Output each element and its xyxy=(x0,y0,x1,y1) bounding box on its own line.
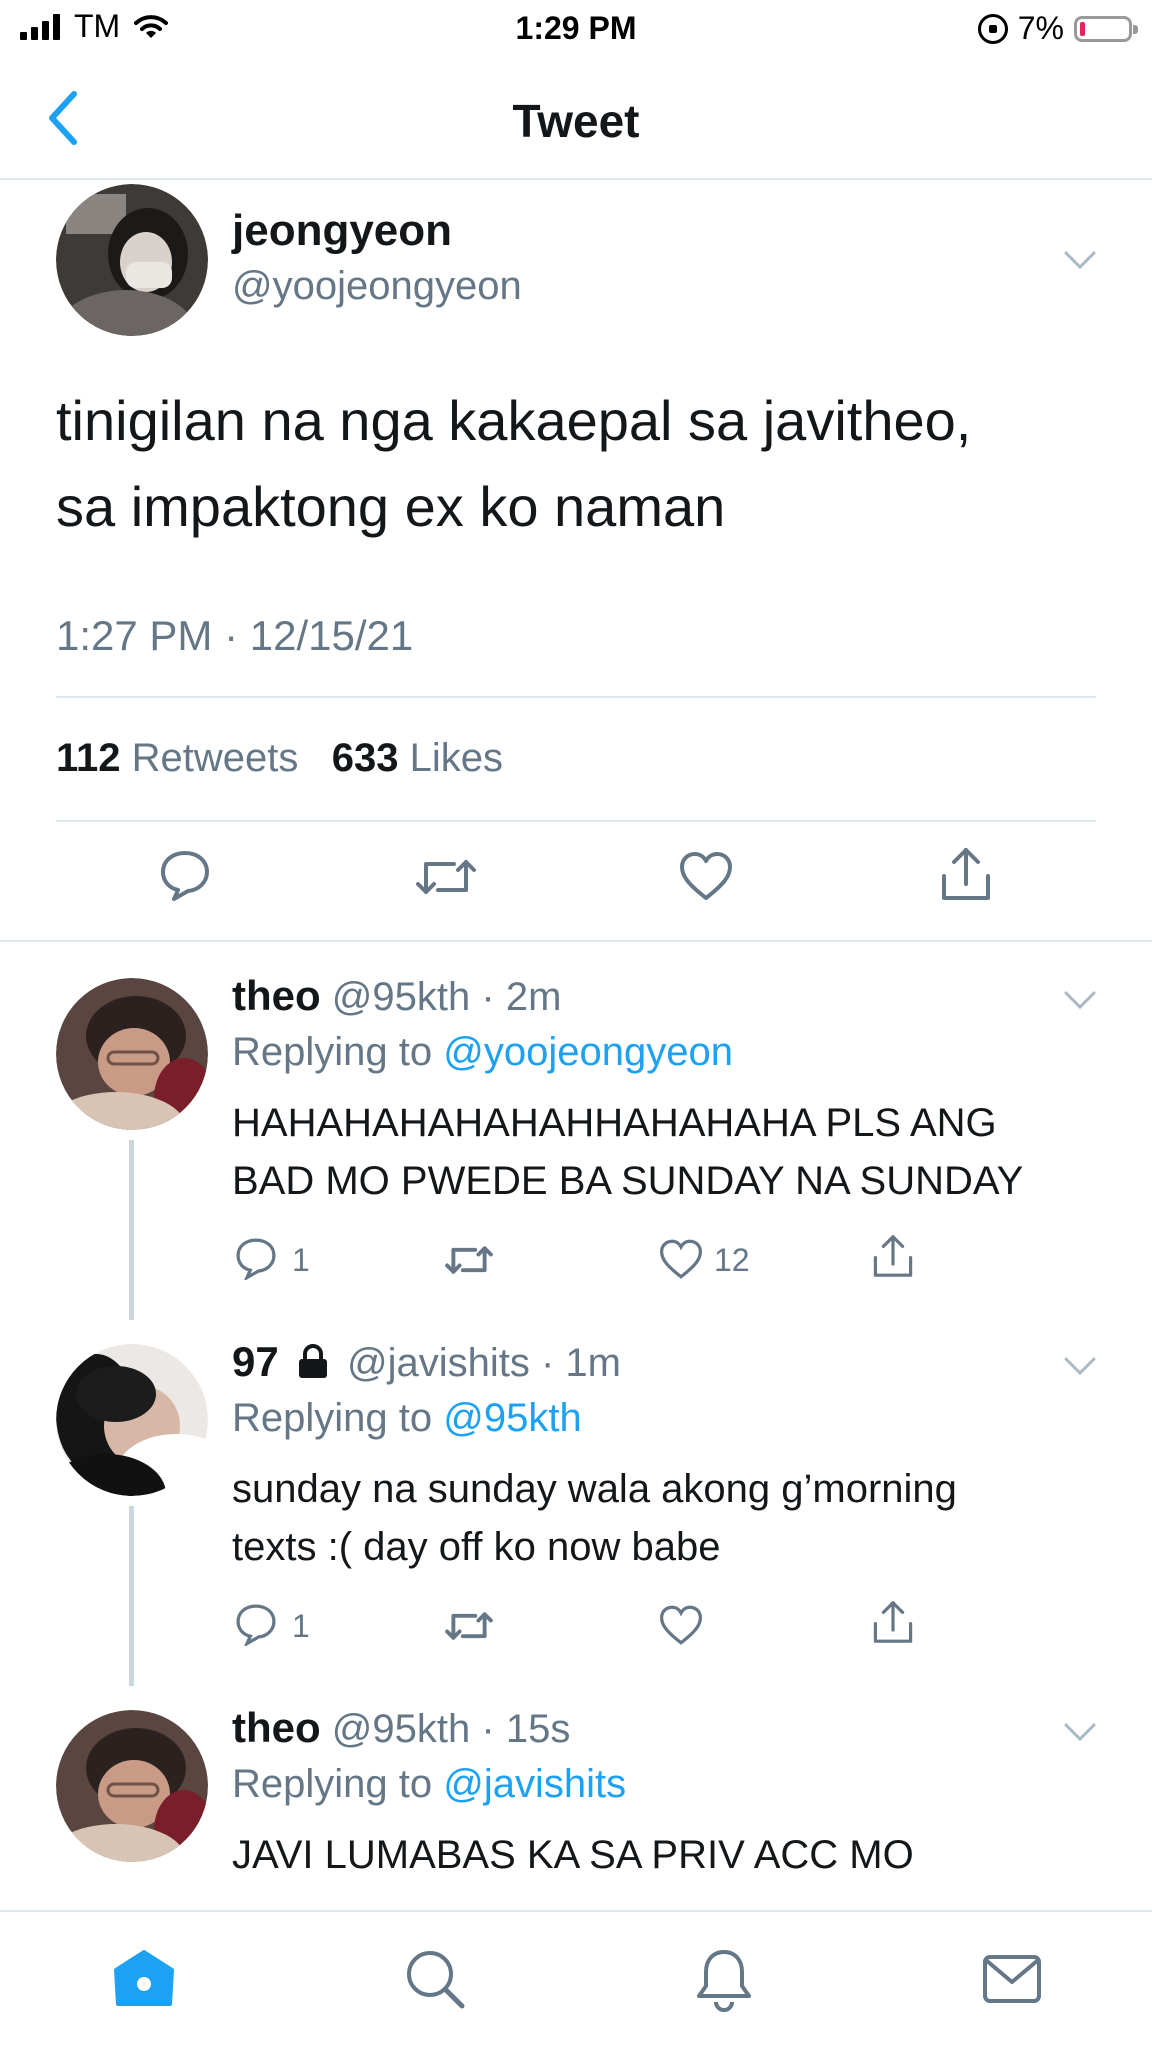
reply-text-line: texts :( day off ko now babe xyxy=(232,1525,721,1569)
reply-text-line: HAHAHAHAHAHAHHAHAHAHA PLS ANG xyxy=(232,1101,997,1145)
reply-text: JAVI LUMABAS KA SA PRIV ACC MO xyxy=(232,1826,1132,1884)
replying-prefix: Replying to xyxy=(232,1762,433,1806)
chevron-down-icon[interactable] xyxy=(1064,990,1096,1010)
likes-label[interactable]: Likes xyxy=(410,736,503,780)
divider xyxy=(0,940,1152,942)
like-icon[interactable] xyxy=(678,850,734,902)
reply-age: 15s xyxy=(505,1707,571,1751)
battery-icon xyxy=(1074,15,1138,42)
reply-author-handle[interactable]: @javishits xyxy=(347,1341,530,1385)
nav-bar: Tweet xyxy=(0,70,1152,180)
replying-to: Replying to @95kth xyxy=(232,1396,582,1441)
search-icon[interactable] xyxy=(404,1948,466,2010)
thread-line xyxy=(129,1140,134,1320)
tweet-stats: 112 Retweets 633 Likes xyxy=(56,736,503,781)
tweet-text-line: tinigilan na nga kakaepal sa javitheo, xyxy=(56,389,972,452)
replying-prefix: Replying to xyxy=(232,1396,433,1440)
replying-to: Replying to @javishits xyxy=(232,1762,626,1807)
reply-text: HAHAHAHAHAHAHHAHAHAHA PLS ANG BAD MO PWE… xyxy=(232,1094,1132,1210)
reply-count: 1 xyxy=(292,1608,310,1644)
page-title: Tweet xyxy=(512,95,640,147)
chevron-down-icon[interactable] xyxy=(1064,250,1096,270)
avatar[interactable] xyxy=(56,1710,208,1862)
divider xyxy=(56,820,1096,822)
replying-to: Replying to @yoojeongyeon xyxy=(232,1030,733,1075)
share-icon[interactable] xyxy=(870,1598,916,1646)
avatar[interactable] xyxy=(56,978,208,1130)
reply-author-handle[interactable]: @95kth xyxy=(332,975,470,1019)
like-icon[interactable] xyxy=(658,1238,704,1280)
tweet-text-line: sa impaktong ex ko naman xyxy=(56,475,726,538)
separator: · xyxy=(540,1341,555,1385)
reply-tweet[interactable]: theo @95kth · 2m Replying to @yoojeongye… xyxy=(0,950,1152,1320)
reply-text-line: sunday na sunday wala akong g’morning xyxy=(232,1467,957,1511)
reply-icon[interactable] xyxy=(234,1236,278,1280)
rotation-lock-icon xyxy=(977,13,1008,44)
reply-tweet[interactable]: theo @95kth · 15s Replying to @javishits… xyxy=(0,1682,1152,1908)
battery-percent: 7% xyxy=(1017,10,1064,46)
reply-author-name[interactable]: 97 xyxy=(232,1338,279,1385)
reply-count: 1 xyxy=(292,1242,310,1278)
notifications-icon[interactable] xyxy=(694,1946,754,2012)
status-right: 7% xyxy=(977,10,1138,47)
chevron-down-icon[interactable] xyxy=(1064,1722,1096,1742)
tweet-text: tinigilan na nga kakaepal sa javitheo, s… xyxy=(56,378,1116,550)
tweet-timestamp: 1:27 PM · 12/15/21 xyxy=(56,612,414,659)
reply-header: theo @95kth · 2m xyxy=(232,972,561,1020)
replying-prefix: Replying to xyxy=(232,1030,433,1074)
retweets-count[interactable]: 112 xyxy=(56,736,121,780)
avatar[interactable] xyxy=(56,184,208,336)
lock-icon xyxy=(298,1344,327,1378)
avatar[interactable] xyxy=(56,1344,208,1496)
reply-age: 1m xyxy=(565,1341,621,1385)
reply-icon[interactable] xyxy=(158,848,212,902)
share-icon[interactable] xyxy=(938,844,994,904)
reply-text-line: BAD MO PWEDE BA SUNDAY NA SUNDAY xyxy=(232,1159,1024,1203)
reply-author-name[interactable]: theo xyxy=(232,972,321,1019)
chevron-down-icon[interactable] xyxy=(1064,1356,1096,1376)
likes-count[interactable]: 633 xyxy=(332,736,399,780)
main-tweet: jeongyeon @yoojeongyeon tinigilan na nga… xyxy=(0,180,1152,940)
reply-header: theo @95kth · 15s xyxy=(232,1704,570,1752)
author-name[interactable]: jeongyeon xyxy=(232,206,452,256)
home-icon[interactable] xyxy=(112,1948,176,2008)
messages-icon[interactable] xyxy=(982,1954,1042,2004)
reply-text-line: JAVI LUMABAS KA SA PRIV ACC MO xyxy=(232,1833,914,1877)
share-icon[interactable] xyxy=(870,1232,916,1280)
tab-bar xyxy=(0,1910,1152,2050)
thread-line xyxy=(129,1506,134,1686)
divider xyxy=(56,696,1096,698)
replying-to-link[interactable]: @95kth xyxy=(443,1396,581,1440)
reply-text: sunday na sunday wala akong g’morning te… xyxy=(232,1460,1132,1576)
reply-author-handle[interactable]: @95kth xyxy=(332,1707,470,1751)
like-icon[interactable] xyxy=(658,1604,704,1646)
retweet-icon[interactable] xyxy=(414,852,478,902)
reply-age: 2m xyxy=(505,975,562,1019)
author-handle[interactable]: @yoojeongyeon xyxy=(232,264,522,309)
replying-to-link[interactable]: @javishits xyxy=(443,1762,626,1806)
reply-header: 97 @javishits · 1m xyxy=(232,1338,621,1386)
retweet-icon[interactable] xyxy=(444,1606,494,1646)
replying-to-link[interactable]: @yoojeongyeon xyxy=(443,1030,733,1074)
retweets-label[interactable]: Retweets xyxy=(132,736,299,780)
separator: · xyxy=(481,1707,495,1751)
like-count: 12 xyxy=(714,1242,750,1278)
reply-icon[interactable] xyxy=(234,1602,278,1646)
reply-author-name[interactable]: theo xyxy=(232,1704,321,1751)
separator: · xyxy=(481,975,495,1019)
retweet-icon[interactable] xyxy=(444,1240,494,1280)
reply-tweet[interactable]: 97 @javishits · 1m Replying to @95kth su… xyxy=(0,1316,1152,1686)
status-bar: TM 1:29 PM 7% xyxy=(0,0,1152,60)
